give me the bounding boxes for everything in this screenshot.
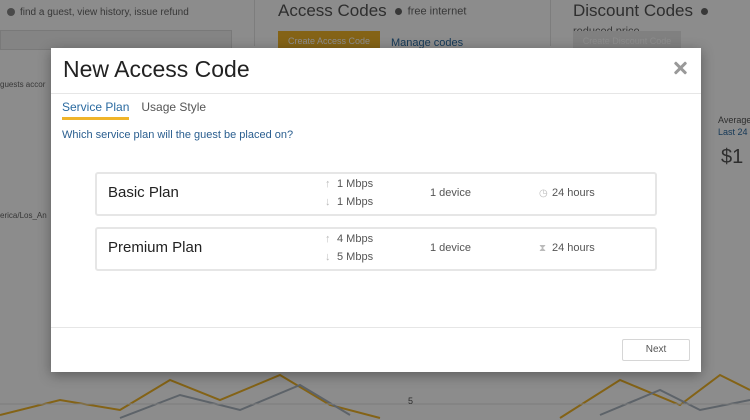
arrow-down-icon: ↓ <box>325 196 331 208</box>
footer-divider <box>51 327 701 328</box>
hourglass-icon: ⧗ <box>539 243 547 254</box>
plan-duration: ⧗ 24 hours <box>539 242 595 254</box>
plan-name: Basic Plan <box>108 184 179 201</box>
upload-speed-value: 4 Mbps <box>337 233 374 245</box>
download-speed: ↓ 5 Mbps <box>325 251 373 263</box>
header-divider <box>51 93 701 94</box>
device-count: 1 device <box>430 187 471 199</box>
modal-tabs: Service Plan Usage Style <box>62 100 218 120</box>
upload-speed: ↑ 4 Mbps <box>325 233 373 245</box>
plan-name: Premium Plan <box>108 239 203 256</box>
close-icon[interactable] <box>673 61 687 75</box>
arrow-up-icon: ↑ <box>325 178 331 190</box>
arrow-down-icon: ↓ <box>325 251 331 263</box>
device-count: 1 device <box>430 242 471 254</box>
next-button[interactable]: Next <box>622 339 690 361</box>
arrow-up-icon: ↑ <box>325 233 331 245</box>
plan-option-premium[interactable]: Premium Plan ↑ 4 Mbps ↓ 5 Mbps 1 device ⧗ 2… <box>95 227 657 271</box>
download-speed-value: 1 Mbps <box>337 196 374 208</box>
upload-speed: ↑ 1 Mbps <box>325 178 373 190</box>
tab-service-plan[interactable]: Service Plan <box>62 100 130 120</box>
download-speed-value: 5 Mbps <box>337 251 374 263</box>
tab-usage-style[interactable]: Usage Style <box>141 100 206 117</box>
modal-title: New Access Code <box>63 56 250 82</box>
clock-icon: ◷ <box>539 188 548 199</box>
plan-option-basic[interactable]: Basic Plan ↑ 1 Mbps ↓ 1 Mbps 1 device ◷ 24 … <box>95 172 657 216</box>
plan-duration: ◷ 24 hours <box>539 187 595 199</box>
upload-speed-value: 1 Mbps <box>337 178 374 190</box>
new-access-code-dialog: New Access Code Service Plan Usage Style… <box>51 48 701 372</box>
plan-duration-value: 24 hours <box>552 242 595 254</box>
plan-duration-value: 24 hours <box>552 187 595 199</box>
plan-question: Which service plan will the guest be pla… <box>62 129 294 141</box>
download-speed: ↓ 1 Mbps <box>325 196 373 208</box>
